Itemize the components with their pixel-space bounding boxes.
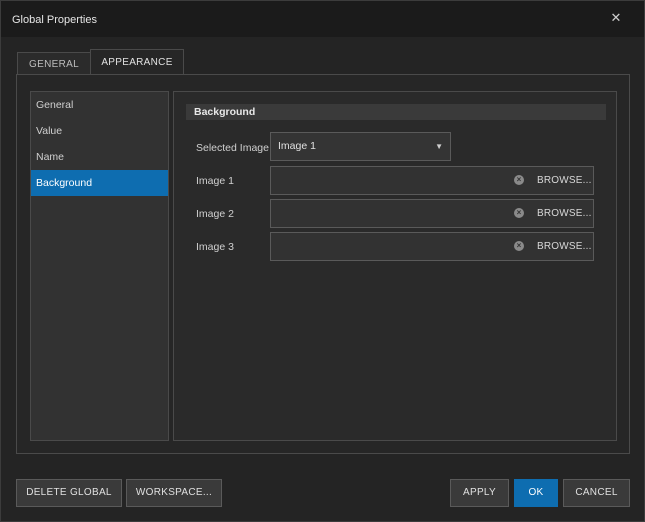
workspace-button[interactable]: WORKSPACE... <box>126 479 222 507</box>
clear-icon[interactable]: × <box>514 241 524 251</box>
nav-item-general[interactable]: General <box>31 92 168 118</box>
window-title: Global Properties <box>12 14 97 26</box>
image-1-field[interactable]: × BROWSE... <box>270 166 594 195</box>
nav-item-background[interactable]: Background <box>31 170 168 196</box>
delete-global-button[interactable]: DELETE GLOBAL <box>16 479 122 507</box>
nav-item-name[interactable]: Name <box>31 144 168 170</box>
image-2-browse-button[interactable]: BROWSE... <box>537 200 592 227</box>
selected-image-value: Image 1 <box>278 140 316 152</box>
tab-general[interactable]: GENERAL <box>17 52 91 75</box>
image-3-browse-button[interactable]: BROWSE... <box>537 233 592 260</box>
background-settings: Background Selected Image Image 1 ▼ Imag… <box>173 91 617 441</box>
nav-item-value[interactable]: Value <box>31 118 168 144</box>
section-title: Background <box>186 104 606 120</box>
image-3-label: Image 3 <box>196 241 234 253</box>
image-1-label: Image 1 <box>196 175 234 187</box>
global-properties-dialog: Global Properties ✕ GENERAL APPEARANCE G… <box>0 0 645 522</box>
apply-button[interactable]: APPLY <box>450 479 509 507</box>
title-bar: Global Properties ✕ <box>1 1 644 37</box>
selected-image-dropdown[interactable]: Image 1 ▼ <box>270 132 451 161</box>
selected-image-label: Selected Image <box>196 142 269 154</box>
image-2-field[interactable]: × BROWSE... <box>270 199 594 228</box>
clear-icon[interactable]: × <box>514 175 524 185</box>
appearance-panel: General Value Name Background Background… <box>16 74 630 454</box>
image-1-browse-button[interactable]: BROWSE... <box>537 167 592 194</box>
image-2-label: Image 2 <box>196 208 234 220</box>
close-icon[interactable]: ✕ <box>608 10 624 26</box>
clear-icon[interactable]: × <box>514 208 524 218</box>
ok-button[interactable]: OK <box>514 479 558 507</box>
image-3-field[interactable]: × BROWSE... <box>270 232 594 261</box>
caret-down-icon: ▼ <box>435 142 443 151</box>
category-list: General Value Name Background <box>30 91 169 441</box>
tab-appearance[interactable]: APPEARANCE <box>90 49 184 75</box>
cancel-button[interactable]: CANCEL <box>563 479 630 507</box>
